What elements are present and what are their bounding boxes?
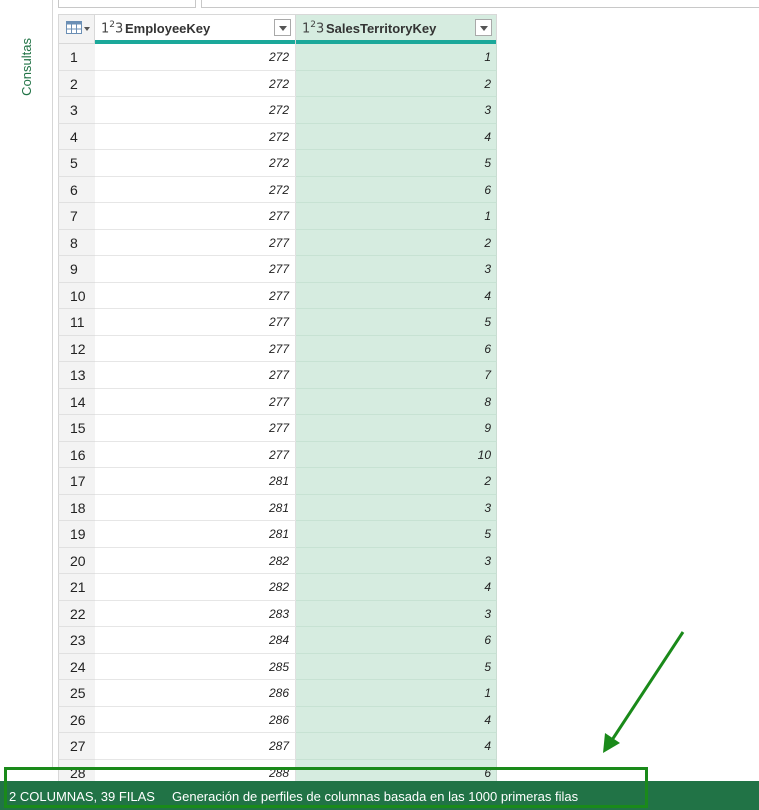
annotation-arrow-icon	[603, 631, 685, 753]
